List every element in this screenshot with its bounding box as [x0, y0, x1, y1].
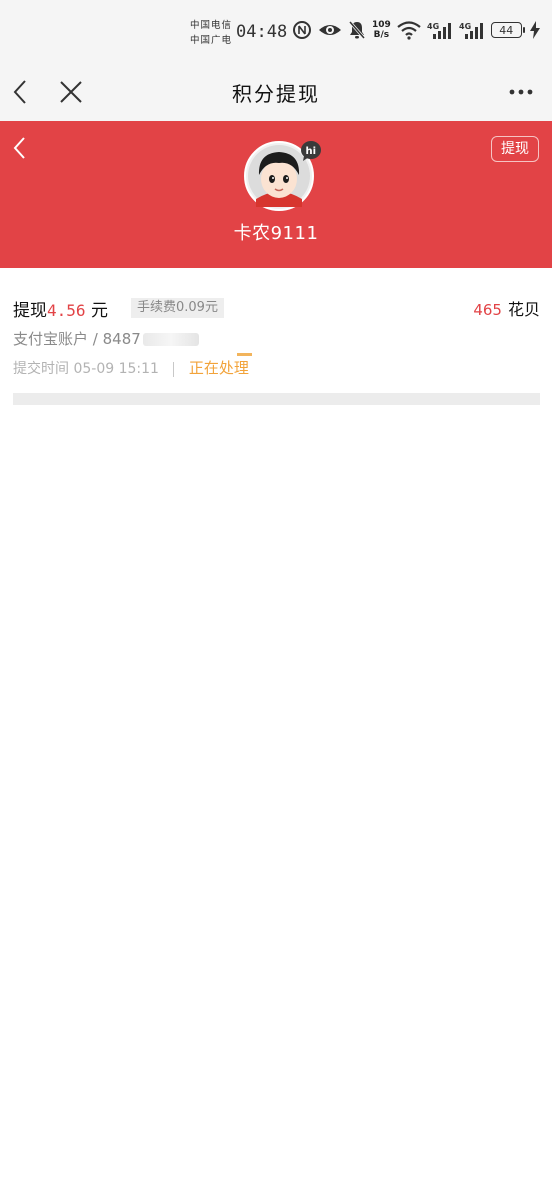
nfc-icon	[293, 21, 311, 39]
bell-off-icon	[348, 21, 366, 39]
username: 卡农9111	[233, 223, 319, 244]
charging-icon	[529, 21, 540, 39]
svg-text:4G: 4G	[427, 22, 439, 31]
header-back-arrow-icon[interactable]	[10, 135, 30, 161]
carrier-2: 中国广电	[190, 35, 233, 46]
profile-header: 提现 hi 卡农9111	[0, 121, 552, 268]
fee-badge: 手续费0.09元	[131, 298, 224, 318]
submit-time: 05-09 15:11	[73, 361, 159, 377]
more-icon[interactable]	[506, 82, 536, 102]
status-icons: 109 B/s 4G 4G 44	[292, 20, 540, 40]
withdraw-button[interactable]: 提现	[491, 136, 539, 162]
eye-icon	[319, 25, 341, 35]
hi-badge: hi	[301, 141, 321, 161]
withdraw-amount: 4.56	[47, 301, 86, 320]
submit-label: 提交时间	[13, 361, 69, 377]
account-number: / 8487	[92, 330, 141, 348]
points-value: 465	[473, 301, 502, 319]
account-mask	[142, 333, 199, 346]
withdraw-record[interactable]: 提现4.56 元 手续费0.09元 465 花贝	[13, 296, 540, 321]
withdraw-unit: 元	[90, 301, 108, 321]
battery-icon: 44	[490, 22, 525, 38]
withdraw-label: 提现	[13, 301, 47, 321]
page-title: 积分提现	[232, 82, 320, 106]
account-label: 支付宝账户	[13, 330, 89, 348]
nav-bar: 积分提现	[0, 62, 552, 121]
net-speed: 109 B/s	[372, 20, 391, 40]
net-speed-unit: B/s	[373, 30, 390, 40]
divider	[173, 361, 175, 377]
svg-text:4G: 4G	[459, 22, 471, 31]
clock: 04:48	[236, 22, 288, 42]
status-text: 正在处理	[188, 359, 249, 377]
signal-4g-icon: 4G	[427, 22, 451, 39]
withdraw-title: 提现4.56 元	[13, 296, 108, 321]
submit-info: 提交时间 05-09 15:11 正在处理	[13, 357, 249, 378]
hi-badge-text: hi	[306, 146, 317, 157]
carrier-names: 中国电信 中国广电	[190, 18, 232, 48]
status-bar: 中国电信 中国广电 04:48 109 B/s 4G 4G 44	[0, 0, 552, 62]
signal-4g-icon: 4G	[459, 22, 483, 39]
status-mark	[237, 353, 252, 356]
section-separator	[13, 393, 540, 405]
points-cost: 465 花贝	[473, 296, 540, 320]
account-info: 支付宝账户 / 8487	[13, 328, 199, 349]
carrier-1: 中国电信	[190, 20, 233, 31]
net-speed-value: 109	[372, 20, 391, 30]
wifi-icon	[397, 21, 421, 40]
battery-level: 44	[499, 23, 514, 37]
points-unit: 花贝	[507, 300, 540, 319]
